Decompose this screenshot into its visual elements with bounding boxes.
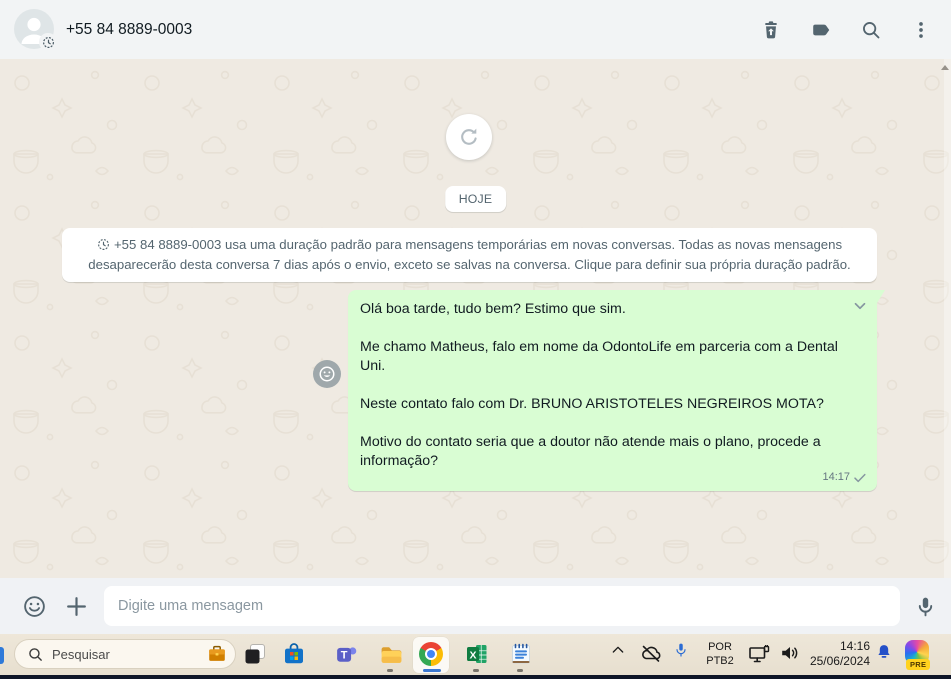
active-indicator-chrome xyxy=(423,669,441,672)
message-input[interactable] xyxy=(104,586,900,626)
taskbar-search-label: Pesquisar xyxy=(52,646,110,662)
whatsapp-window: +55 84 8889-0003 HOJE +55 84 8889-0003 u… xyxy=(0,0,951,679)
taskbar-app-task-view[interactable] xyxy=(242,641,268,667)
smiley-icon xyxy=(319,366,335,382)
briefcase-icon xyxy=(209,645,225,661)
language-line1: POR xyxy=(708,641,732,653)
chat-area: HOJE +55 84 8889-0003 usa uma duração pa… xyxy=(0,59,951,578)
message-paragraph: Motivo do contato seria que a doutor não… xyxy=(360,434,821,469)
sync-older-messages-button[interactable] xyxy=(446,114,492,160)
running-indicator-excel xyxy=(473,669,479,672)
attach-plus-icon[interactable] xyxy=(63,593,89,619)
emoji-icon[interactable] xyxy=(21,593,47,619)
taskbar-app-microsoft-store[interactable] xyxy=(281,641,307,667)
message-paragraph: Me chamo Matheus, falo em nome da Odonto… xyxy=(360,339,838,374)
taskbar-app-file-explorer[interactable] xyxy=(378,641,404,667)
message-meta: 14:17 xyxy=(822,468,867,487)
search-icon xyxy=(29,647,42,661)
language-indicator[interactable]: POR PTB2 xyxy=(698,640,742,668)
timer-icon xyxy=(97,238,110,256)
notepad-icon xyxy=(512,643,530,664)
taskbar-app-teams[interactable]: T xyxy=(333,641,359,667)
disappearing-messages-notice[interactable]: +55 84 8889-0003 usa uma duração padrão … xyxy=(62,228,877,282)
react-button[interactable] xyxy=(313,360,341,388)
contact-avatar[interactable] xyxy=(14,9,57,51)
running-indicator-file-explorer xyxy=(387,669,393,672)
taskbar-search[interactable]: Pesquisar xyxy=(14,639,236,669)
tray-hidden-icons-chevron[interactable] xyxy=(608,642,628,658)
mic-icon[interactable] xyxy=(912,593,938,619)
taskbar-app-notepad[interactable] xyxy=(508,641,534,667)
delete-icon[interactable] xyxy=(759,18,783,42)
taskbar-clock[interactable]: 14:16 25/06/2024 xyxy=(798,639,870,669)
label-icon[interactable] xyxy=(809,18,833,42)
teams-icon: T xyxy=(336,646,356,662)
sent-check-icon xyxy=(854,473,866,482)
svg-text:X: X xyxy=(469,649,476,661)
chat-scrollbar[interactable] xyxy=(941,59,951,578)
clock-date: 25/06/2024 xyxy=(809,654,870,668)
chrome-icon xyxy=(419,642,443,666)
microsoft-store-icon xyxy=(285,643,303,664)
display-connect-icon[interactable] xyxy=(746,642,772,666)
notifications-bell-icon[interactable] xyxy=(874,643,894,661)
menu-kebab-icon[interactable] xyxy=(909,18,933,42)
excel-icon: X xyxy=(467,645,487,663)
message-menu-chevron-icon[interactable] xyxy=(851,297,869,321)
copilot-button[interactable]: PRE xyxy=(903,640,931,670)
contact-title[interactable]: +55 84 8889-0003 xyxy=(66,0,192,59)
message-paragraph: Neste contato falo com Dr. BRUNO ARISTOT… xyxy=(360,396,824,412)
search-icon[interactable] xyxy=(859,18,883,42)
start-button-partial[interactable] xyxy=(0,647,4,664)
composer-bar xyxy=(0,578,951,634)
language-line2: PTB2 xyxy=(706,655,734,667)
taskbar-app-chrome[interactable] xyxy=(418,641,444,667)
mic-in-use-icon[interactable] xyxy=(672,642,690,658)
refresh-icon xyxy=(461,128,477,145)
taskbar-app-excel[interactable]: X xyxy=(464,641,490,667)
copilot-preview-badge: PRE xyxy=(906,659,931,670)
notice-text: +55 84 8889-0003 usa uma duração padrão … xyxy=(88,237,851,272)
date-badge: HOJE xyxy=(444,186,507,212)
message-time: 14:17 xyxy=(822,471,850,483)
scroll-up-arrow-icon[interactable] xyxy=(941,65,949,70)
clock-time: 14:16 xyxy=(839,639,870,653)
disappearing-messages-timer-icon xyxy=(39,33,57,51)
task-view-icon xyxy=(245,644,265,664)
header-actions xyxy=(759,0,933,59)
message-paragraph: Olá boa tarde, tudo bem? Estimo que sim. xyxy=(360,301,626,317)
chat-header: +55 84 8889-0003 xyxy=(0,0,951,60)
outgoing-message-bubble[interactable]: Olá boa tarde, tudo bem? Estimo que sim.… xyxy=(348,290,877,491)
running-indicator-notepad xyxy=(517,669,523,672)
screen-bottom-edge xyxy=(0,675,951,679)
onedrive-offline-icon[interactable] xyxy=(638,642,664,666)
svg-text:T: T xyxy=(340,649,347,661)
windows-taskbar: Pesquisar T X POR PTB2 14:16 25/06/2024 … xyxy=(0,634,951,675)
file-explorer-icon xyxy=(381,646,401,663)
